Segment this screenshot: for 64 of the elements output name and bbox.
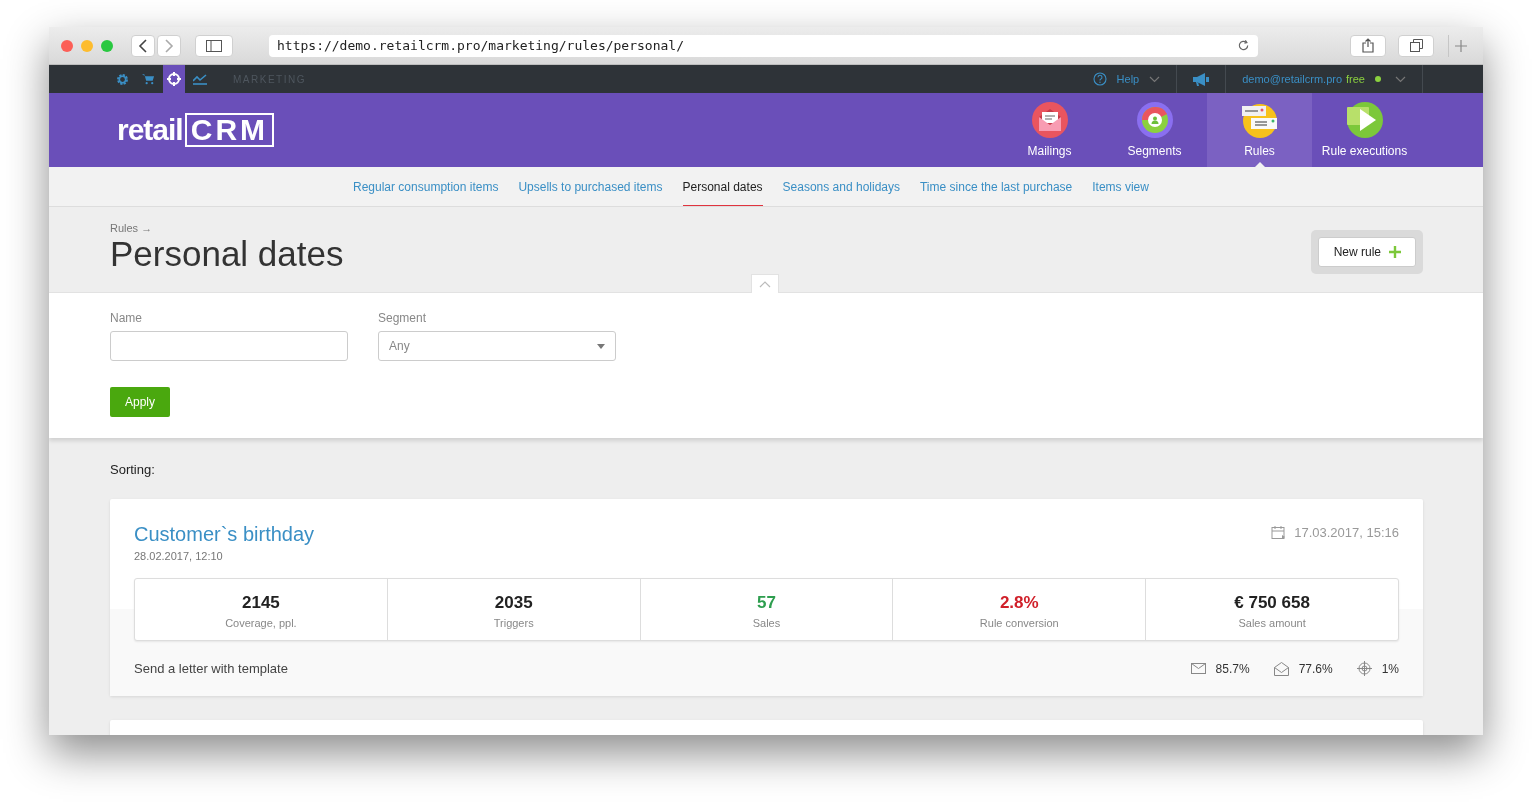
- chevron-down-icon[interactable]: [1395, 75, 1406, 83]
- play-icon: [1346, 102, 1383, 138]
- subnav-tab[interactable]: Items view: [1092, 167, 1149, 206]
- sidebar-icon: [206, 39, 222, 52]
- chevron-down-icon[interactable]: [1149, 75, 1161, 83]
- stat-cell-text: € 750 658 Sales amount: [1233, 592, 1311, 631]
- chevron-left-icon: [138, 38, 148, 53]
- subnav-tab[interactable]: Regular consumption items: [353, 167, 499, 206]
- nav-item[interactable]: Rules: [1207, 93, 1312, 167]
- apply-button[interactable]: Apply: [110, 387, 171, 417]
- envelope-icon: [1190, 663, 1206, 674]
- scheduled-date: 17.03.2017, 15:16: [1294, 524, 1399, 540]
- nav-item[interactable]: Rule executions: [1312, 93, 1417, 167]
- user-email-link[interactable]: demo@retailcrm.pro: [1242, 73, 1343, 85]
- metric-value: 85.7%: [1215, 661, 1250, 676]
- rule-title-link[interactable]: Customer`s birthday: [134, 523, 315, 546]
- nav-item[interactable]: Segments: [1102, 93, 1207, 167]
- subnav-tab[interactable]: Upsells to purchased items: [518, 167, 663, 206]
- share-icon: [1362, 38, 1374, 53]
- calendar-icon: [1271, 524, 1287, 540]
- pie-chart-icon: [1136, 102, 1173, 138]
- maximize-icon[interactable]: [101, 39, 113, 52]
- stat-cell: 2035 Triggers: [387, 579, 641, 640]
- help-icon[interactable]: [1092, 72, 1107, 86]
- field-label: Segment: [378, 311, 428, 325]
- stat-cell: 2.8% Rule conversion: [893, 579, 1147, 640]
- name-input[interactable]: [110, 331, 348, 361]
- open-envelope-icon: [1273, 661, 1289, 676]
- tabs-icon: [1409, 39, 1423, 52]
- target-icon[interactable]: [163, 65, 185, 93]
- logo[interactable]: retail CRM: [117, 93, 275, 167]
- subnav-tab[interactable]: Personal dates: [682, 167, 763, 206]
- page-title: Personal dates: [110, 234, 344, 274]
- segment-select[interactable]: Any: [378, 331, 616, 361]
- stat-cell: 57 Sales: [640, 579, 894, 640]
- crosshair-icon: [1356, 661, 1372, 676]
- chevron-right-icon: [164, 38, 174, 53]
- address-field[interactable]: https://demo.retailcrm.pro/marketing/rules/personal/: [269, 34, 1258, 57]
- stat-cell: 2145 Coverage, ppl.: [135, 579, 388, 640]
- metric-value: 77.6%: [1298, 661, 1333, 676]
- megaphone-icon[interactable]: [1193, 72, 1210, 86]
- created-date: 28.02.2017, 12:10: [134, 550, 224, 562]
- sidebar-toggle-button[interactable]: [195, 34, 233, 57]
- dropdown-caret-icon: [597, 343, 605, 349]
- breadcrumb-link[interactable]: Rules →: [110, 222, 344, 234]
- sorting-label: Sorting:: [110, 462, 156, 477]
- subnav-tab[interactable]: Seasons and holidays: [782, 167, 900, 206]
- nav-item[interactable]: Mailings: [997, 93, 1102, 167]
- new-rule-button[interactable]: New rule: [1317, 237, 1416, 267]
- subnav-tab[interactable]: Time since the last purchase: [920, 167, 1073, 206]
- tabs-button[interactable]: [1398, 34, 1434, 57]
- cards-icon: [1241, 102, 1278, 138]
- plus-icon: [1389, 246, 1401, 258]
- action-text: Send a letter with template: [134, 661, 288, 676]
- metric-value: 1%: [1381, 661, 1399, 676]
- plan-label: free: [1346, 73, 1365, 85]
- chevron-up-icon: [759, 280, 771, 288]
- reload-icon[interactable]: [1237, 39, 1250, 52]
- field-label: Name: [110, 311, 143, 325]
- envelope-icon: [1031, 102, 1068, 138]
- share-button[interactable]: [1350, 34, 1386, 57]
- back-button[interactable]: [131, 34, 155, 57]
- close-icon[interactable]: [61, 39, 73, 52]
- help-link[interactable]: Help: [1116, 73, 1140, 85]
